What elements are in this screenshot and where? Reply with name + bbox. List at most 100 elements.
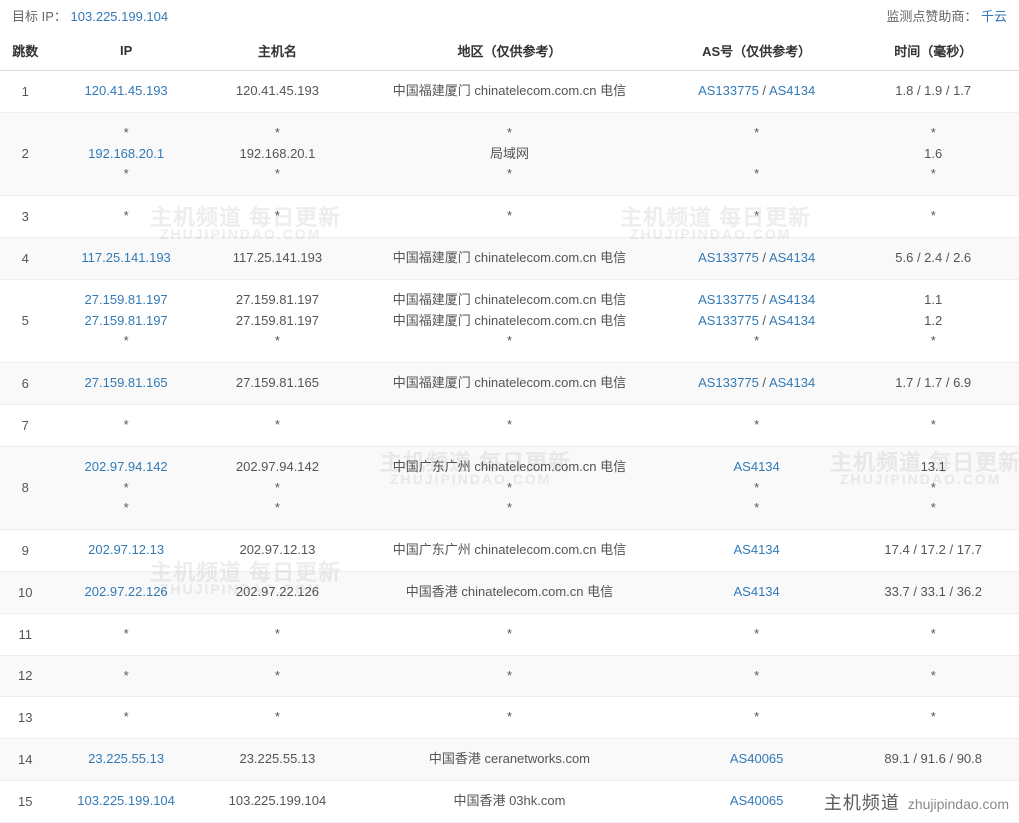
cell-hop: 12 bbox=[0, 655, 50, 697]
ip-text: * bbox=[124, 626, 129, 641]
cell-host: * bbox=[202, 655, 353, 697]
location-text: * bbox=[507, 208, 512, 223]
as-link[interactable]: AS4134 bbox=[734, 584, 780, 599]
host-text: 120.41.45.193 bbox=[236, 83, 319, 98]
cell-hop: 1 bbox=[0, 71, 50, 113]
cell-ip: 23.225.55.13 bbox=[50, 739, 201, 781]
ip-link[interactable]: 27.159.81.197 bbox=[85, 292, 168, 307]
host-text: 27.159.81.165 bbox=[236, 375, 319, 390]
cell-host: 23.225.55.13 bbox=[202, 739, 353, 781]
time-text: * bbox=[931, 480, 936, 495]
cell-hop: 6 bbox=[0, 363, 50, 405]
table-row: 1423.225.55.1323.225.55.13中国香港 ceranetwo… bbox=[0, 739, 1019, 781]
ip-link[interactable]: 202.97.94.142 bbox=[85, 459, 168, 474]
as-text: / bbox=[759, 250, 769, 265]
cell-time: 1.7 / 1.7 / 6.9 bbox=[847, 363, 1019, 405]
ip-link[interactable]: 202.97.22.126 bbox=[85, 584, 168, 599]
as-link[interactable]: AS4134 bbox=[769, 375, 815, 390]
cell-hop: 5 bbox=[0, 279, 50, 362]
as-link[interactable]: AS133775 bbox=[698, 375, 759, 390]
as-link[interactable]: AS4134 bbox=[769, 292, 815, 307]
cell-as: AS133775 / AS4134 bbox=[666, 363, 848, 405]
ip-link[interactable]: 27.159.81.197 bbox=[85, 313, 168, 328]
table-row: 9202.97.12.13202.97.12.13中国广东广州 chinatel… bbox=[0, 530, 1019, 572]
ip-text: * bbox=[124, 166, 129, 181]
ip-link[interactable]: 202.97.12.13 bbox=[88, 542, 164, 557]
time-text: * bbox=[931, 500, 936, 515]
cell-ip: 27.159.81.165 bbox=[50, 363, 201, 405]
table-row: 7***** bbox=[0, 404, 1019, 446]
cell-time: 5.6 / 2.4 / 2.6 bbox=[847, 237, 1019, 279]
ip-text: * bbox=[124, 208, 129, 223]
table-row: 11***** bbox=[0, 613, 1019, 655]
ip-text: * bbox=[124, 333, 129, 348]
as-text: * bbox=[754, 166, 759, 181]
as-link[interactable]: AS4134 bbox=[769, 83, 815, 98]
col-location: 地区（仅供参考） bbox=[353, 31, 666, 71]
cell-location: * bbox=[353, 655, 666, 697]
cell-ip: * bbox=[50, 404, 201, 446]
table-row: 15103.225.199.104103.225.199.104中国香港 03h… bbox=[0, 780, 1019, 822]
cell-host: * bbox=[202, 697, 353, 739]
as-text: * bbox=[754, 709, 759, 724]
table-row: 2*192.168.20.1**192.168.20.1**局域网****1.6… bbox=[0, 112, 1019, 195]
cell-hop: 4 bbox=[0, 237, 50, 279]
ip-link[interactable]: 27.159.81.165 bbox=[85, 375, 168, 390]
time-text: * bbox=[931, 125, 936, 140]
cell-location: * bbox=[353, 613, 666, 655]
cell-location: 中国香港 ceranetworks.com bbox=[353, 739, 666, 781]
as-link[interactable]: AS4134 bbox=[769, 313, 815, 328]
as-link[interactable]: AS4134 bbox=[769, 250, 815, 265]
as-text: * bbox=[754, 668, 759, 683]
as-link[interactable]: AS4134 bbox=[734, 542, 780, 557]
cell-time: 17.4 / 17.2 / 17.7 bbox=[847, 530, 1019, 572]
as-link[interactable]: AS40065 bbox=[730, 751, 784, 766]
as-link[interactable]: AS133775 bbox=[698, 250, 759, 265]
as-link[interactable]: AS133775 bbox=[698, 83, 759, 98]
location-text: 中国福建厦门 chinatelecom.com.cn 电信 bbox=[393, 83, 626, 98]
time-text: 33.7 / 33.1 / 36.2 bbox=[884, 584, 982, 599]
host-text: * bbox=[275, 125, 280, 140]
ip-link[interactable]: 103.225.199.104 bbox=[77, 793, 175, 808]
host-text: * bbox=[275, 626, 280, 641]
location-text: * bbox=[507, 125, 512, 140]
cell-location: * bbox=[353, 697, 666, 739]
as-text: / bbox=[759, 375, 769, 390]
cell-ip: * bbox=[50, 196, 201, 238]
cell-location: 中国香港 03hk.com bbox=[353, 780, 666, 822]
table-row: 13***** bbox=[0, 697, 1019, 739]
as-link[interactable]: AS4134 bbox=[734, 459, 780, 474]
cell-location: 中国香港 chinatelecom.com.cn 电信 bbox=[353, 571, 666, 613]
cell-time: * bbox=[847, 404, 1019, 446]
cell-host: * bbox=[202, 196, 353, 238]
time-text: 1.8 / 1.9 / 1.7 bbox=[895, 83, 971, 98]
cell-time bbox=[847, 780, 1019, 822]
location-text: 中国香港 03hk.com bbox=[453, 793, 565, 808]
cell-as: * bbox=[666, 655, 848, 697]
ip-link[interactable]: 23.225.55.13 bbox=[88, 751, 164, 766]
as-link[interactable]: AS133775 bbox=[698, 313, 759, 328]
time-text: * bbox=[931, 333, 936, 348]
ip-link[interactable]: 192.168.20.1 bbox=[88, 146, 164, 161]
ip-text: * bbox=[124, 417, 129, 432]
as-text: / bbox=[759, 292, 769, 307]
as-link[interactable]: AS40065 bbox=[730, 793, 784, 808]
cell-hop: 9 bbox=[0, 530, 50, 572]
cell-ip: 120.41.45.193 bbox=[50, 71, 201, 113]
traceroute-table: 跳数 IP 主机名 地区（仅供参考） AS号（仅供参考） 时间（毫秒） 1120… bbox=[0, 31, 1019, 823]
col-ip: IP bbox=[50, 31, 201, 71]
ip-link[interactable]: 117.25.141.193 bbox=[81, 250, 170, 265]
table-row: 10202.97.22.126202.97.22.126中国香港 chinate… bbox=[0, 571, 1019, 613]
ip-link[interactable]: 120.41.45.193 bbox=[85, 83, 168, 98]
as-link[interactable]: AS133775 bbox=[698, 292, 759, 307]
cell-ip: 202.97.12.13 bbox=[50, 530, 201, 572]
cell-time: 89.1 / 91.6 / 90.8 bbox=[847, 739, 1019, 781]
cell-as: AS133775 / AS4134AS133775 / AS4134* bbox=[666, 279, 848, 362]
sponsor-link[interactable]: 千云 bbox=[981, 9, 1007, 24]
cell-location: *局域网* bbox=[353, 112, 666, 195]
sponsor-section: 监测点赞助商： 千云 bbox=[886, 6, 1007, 25]
cell-location: * bbox=[353, 196, 666, 238]
target-ip-value[interactable]: 103.225.199.104 bbox=[71, 9, 169, 24]
location-text: * bbox=[507, 166, 512, 181]
ip-text: * bbox=[124, 668, 129, 683]
